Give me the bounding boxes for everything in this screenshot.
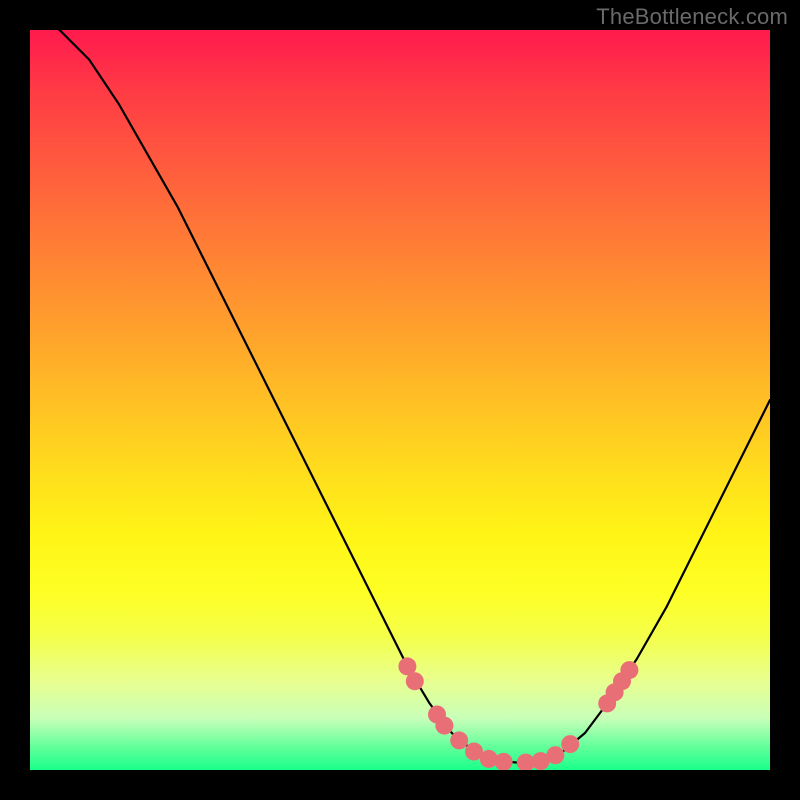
chart-gradient-area <box>30 30 770 770</box>
watermark-text: TheBottleneck.com <box>596 4 788 30</box>
